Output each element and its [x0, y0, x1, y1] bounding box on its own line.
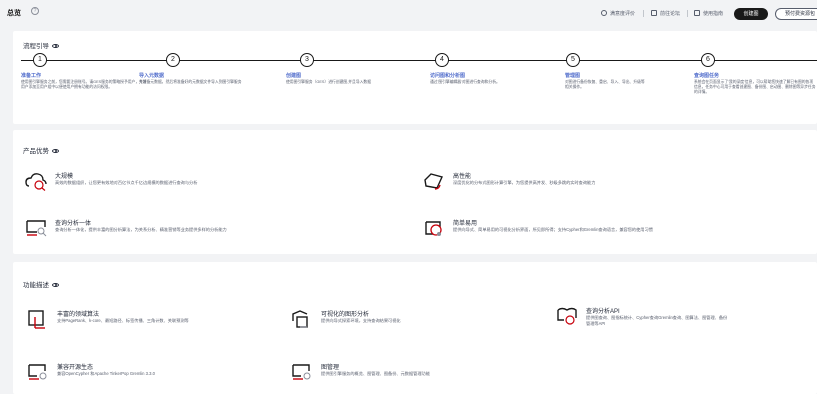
- top-bar: 总览 ? 满意度评价 前往论坛 使用指南 创建图 预付费资源包: [0, 0, 817, 26]
- graph-management-icon: [292, 364, 311, 380]
- step-desc: 使用图引擎服务（GES）进行创建图,并且导入数据: [286, 80, 372, 84]
- step-desc: 先准备元数据，然后将准备好的元数据文件导入到图引擎服务: [139, 80, 242, 84]
- function-desc: 提供图引擎服务的概览、图管理、图备份、元数据管理功能: [321, 371, 430, 376]
- forum-link-label: 前往论坛: [660, 11, 681, 17]
- functions-title-text: 功能描述: [23, 282, 49, 289]
- function-name: 丰富的领域算法: [57, 312, 100, 318]
- functions-card: 功能描述 丰富的领域算法 支持PageRank、k-core、最短路径、标签传播…: [13, 262, 817, 394]
- step-name[interactable]: 访问图和分析图: [430, 72, 465, 79]
- advantage-desc: 查询分析一体化，提供丰富的图分析算法，为关系分析、精准营销等业务提供多样的分析能…: [55, 227, 227, 232]
- easy-use-icon: [425, 221, 442, 236]
- step-number: 1: [33, 53, 47, 67]
- page-title: 总览: [7, 10, 21, 17]
- eye-icon[interactable]: [52, 44, 59, 48]
- step-number: 5: [566, 53, 580, 67]
- step-number: 6: [701, 53, 715, 67]
- rate-link-label: 满意度评价: [610, 11, 636, 17]
- functions-title: 功能描述: [23, 279, 59, 289]
- advantages-title: 产品优势: [23, 145, 59, 155]
- api-icon: [557, 307, 577, 325]
- advantage-name: 查询分析一体: [55, 221, 92, 227]
- prepaid-package-button[interactable]: 预付费资源包: [775, 8, 817, 20]
- divider: [643, 10, 644, 17]
- step-name[interactable]: 查询图任务: [694, 72, 719, 79]
- flow-timeline: [21, 60, 817, 61]
- forum-icon: [651, 10, 657, 16]
- advantage-desc: 提供向导式、简单易用的可视化分析界面，所见即所得；支持Cypher和Gremli…: [453, 227, 653, 232]
- advantage-desc: 深度优化的分布式图形计算引擎，为您提供高并发、秒级多跳的实时查询能力: [453, 180, 596, 185]
- step-number: 4: [435, 53, 449, 67]
- function-name: 可视化的图形分析: [321, 312, 370, 318]
- step-name[interactable]: 准备工作: [21, 72, 41, 79]
- advantages-card: 产品优势 大规模 高效的数据组织，让您更有效地对百亿节点千亿边规模的数据进行查询…: [13, 130, 817, 254]
- advantages-title-text: 产品优势: [23, 148, 49, 155]
- function-name: 兼容开源生态: [57, 365, 94, 371]
- book-icon: [694, 10, 700, 16]
- open-source-icon: [28, 364, 47, 380]
- algorithm-icon: [28, 310, 45, 329]
- function-desc: 支持PageRank、k-core、最短路径、标签传播、三角计数、关联预测等: [57, 318, 189, 323]
- cloud-scale-icon: [25, 173, 47, 191]
- step-desc: 使用图引擎服务之前，您需要注册账号。请GES服务的策略授予用户，并将用户添加至用…: [21, 80, 147, 90]
- monitor-query-icon: [26, 220, 47, 237]
- function-desc-line2: 管理等API: [586, 321, 606, 326]
- step-desc: 对图进行备份恢复、重启、导入、导出、升级等相关操作。: [565, 80, 645, 90]
- step-desc: 系统会在页面显示了'我的深度'信息，可以帮助您快速了解已有图的各项信息，任务中心…: [694, 80, 816, 95]
- rate-link[interactable]: 满意度评价: [601, 10, 635, 17]
- flow-guide-title: 流程引导: [23, 40, 59, 50]
- step-name[interactable]: 导入元数据: [139, 72, 164, 79]
- function-name: 图管理: [321, 365, 340, 371]
- visual-analysis-icon: [292, 310, 308, 328]
- advantage-name: 高性能: [453, 174, 472, 180]
- function-desc: 提供图查询、图指标统计、Cypher查询Gremlin查询、图算法、图管理、备份: [586, 315, 728, 320]
- function-desc: 兼容OpenCypher 和Apache TinkerPop Gremlin 3…: [57, 371, 155, 376]
- flow-guide-title-text: 流程引导: [23, 43, 49, 50]
- step-desc: 通过'图引擎编辑器'对图进行查询和分析。: [430, 80, 500, 84]
- advantage-name: 大规模: [55, 174, 74, 180]
- eye-icon[interactable]: [52, 149, 59, 153]
- advantage-desc: 高效的数据组织，让您更有效地对百亿节点千亿边规模的数据进行查询与分析: [55, 180, 198, 185]
- step-name[interactable]: 管理图: [565, 72, 580, 79]
- flow-guide-card: 流程引导 1 准备工作 使用图引擎服务之前，您需要注册账号。请GES服务的策略授…: [13, 31, 817, 124]
- step-name[interactable]: 创建图: [286, 72, 301, 79]
- step-number: 3: [300, 53, 314, 67]
- guide-link-label: 使用指南: [703, 11, 724, 17]
- eye-icon[interactable]: [52, 283, 59, 287]
- smile-icon: [601, 10, 607, 16]
- guide-link[interactable]: 使用指南: [694, 10, 723, 17]
- function-desc: 提供向导式探索环境，支持查询结果可视化: [321, 318, 401, 323]
- create-graph-button[interactable]: 创建图: [734, 8, 768, 20]
- divider: [687, 10, 688, 17]
- forum-link[interactable]: 前往论坛: [651, 10, 680, 17]
- help-icon[interactable]: ?: [31, 7, 39, 15]
- function-name: 查询分析API: [586, 309, 620, 315]
- advantage-name: 简单易用: [453, 221, 478, 227]
- step-number: 2: [166, 53, 180, 67]
- performance-icon: [424, 173, 443, 190]
